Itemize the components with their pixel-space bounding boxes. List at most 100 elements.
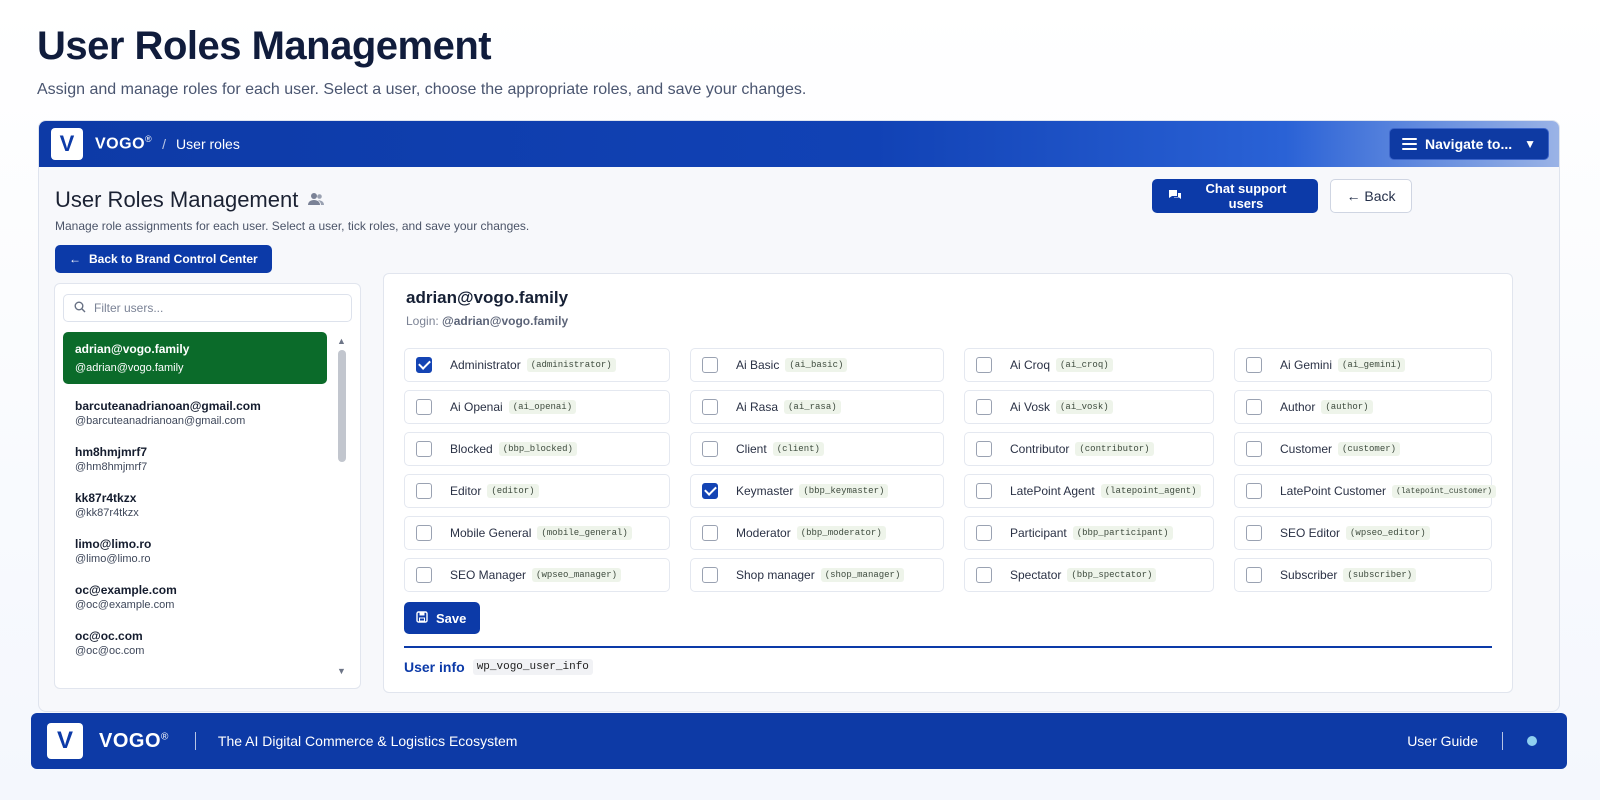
role-label: Moderator: [736, 526, 791, 540]
checkbox[interactable]: [702, 567, 718, 583]
user-login: @hm8hmjmrf7: [75, 461, 148, 473]
checkbox[interactable]: [416, 567, 432, 583]
role-participant[interactable]: Participant (bbp_participant): [964, 516, 1214, 550]
user-item-adrian[interactable]: adrian@vogo.family @adrian@vogo.family: [63, 332, 327, 384]
checkbox[interactable]: [1246, 357, 1262, 373]
role-latepoint-agent[interactable]: LatePoint Agent (latepoint_agent): [964, 474, 1214, 508]
role-ai-gemini[interactable]: Ai Gemini (ai_gemini): [1234, 348, 1492, 382]
user-email: hm8hmjmrf7: [75, 445, 148, 459]
role-client[interactable]: Client (client): [690, 432, 944, 466]
scroll-down-icon[interactable]: ▼: [337, 666, 346, 676]
role-panel: adrian@vogo.family Login: @adrian@vogo.f…: [383, 273, 1513, 693]
checkbox[interactable]: [416, 399, 432, 415]
role-subscriber[interactable]: Subscriber (subscriber): [1234, 558, 1492, 592]
checkbox[interactable]: [702, 357, 718, 373]
user-item-oc-oc[interactable]: oc@oc.com @oc@oc.com: [63, 620, 327, 666]
filter-users-input[interactable]: [94, 301, 334, 315]
role-slug: (customer): [1338, 442, 1401, 456]
checkbox[interactable]: [416, 441, 432, 457]
back-button[interactable]: ← Back: [1330, 179, 1412, 213]
role-label: Keymaster: [736, 484, 794, 498]
checkbox[interactable]: [702, 399, 718, 415]
checkbox[interactable]: [976, 441, 992, 457]
brand-name[interactable]: VOGO®: [95, 134, 152, 153]
role-mobile-general[interactable]: Mobile General (mobile_general): [404, 516, 670, 550]
user-info-meta-key: wp_vogo_user_info: [472, 659, 593, 675]
user-item-hm8hmjmrf7[interactable]: hm8hmjmrf7 @hm8hmjmrf7: [63, 436, 327, 482]
status-dot: [1527, 736, 1537, 746]
role-ai-vosk[interactable]: Ai Vosk (ai_vosk): [964, 390, 1214, 424]
checkbox[interactable]: [976, 483, 992, 499]
role-slug: (bbp_keymaster): [799, 484, 889, 498]
role-label: Ai Basic: [736, 358, 780, 372]
role-slug: (latepoint_agent): [1100, 484, 1201, 498]
arrow-left-icon: ←: [69, 252, 81, 266]
role-label: Ai Rasa: [736, 400, 779, 414]
save-button[interactable]: Save: [404, 602, 480, 634]
chevron-down-icon: ▼: [1524, 137, 1536, 151]
role-slug: (ai_rasa): [784, 400, 841, 414]
role-ai-openai[interactable]: Ai Openai (ai_openai): [404, 390, 670, 424]
back-brand-label: Back to Brand Control Center: [89, 252, 258, 266]
checkbox[interactable]: [1246, 567, 1262, 583]
role-spectator[interactable]: Spectator (bbp_spectator): [964, 558, 1214, 592]
role-seo-editor[interactable]: SEO Editor (wpseo_editor): [1234, 516, 1492, 550]
navigate-dropdown[interactable]: Navigate to... ▼: [1389, 128, 1549, 160]
role-administrator[interactable]: Administrator (administrator): [404, 348, 670, 382]
section-divider: [404, 646, 1492, 648]
role-customer[interactable]: Customer (customer): [1234, 432, 1492, 466]
scroll-up-icon[interactable]: ▲: [337, 336, 346, 346]
filter-users-field[interactable]: [63, 294, 352, 322]
roles-grid: Administrator (administrator) Ai Basic (ai…: [404, 348, 1497, 600]
checkbox[interactable]: [976, 525, 992, 541]
vogo-logo[interactable]: V: [51, 128, 83, 160]
scroll-thumb[interactable]: [338, 350, 346, 462]
user-login: @oc@oc.com: [75, 645, 145, 657]
role-ai-rasa[interactable]: Ai Rasa (ai_rasa): [690, 390, 944, 424]
role-author[interactable]: Author (author): [1234, 390, 1492, 424]
footer-brand-mark: ®: [161, 730, 169, 742]
role-seo-manager[interactable]: SEO Manager (wpseo_manager): [404, 558, 670, 592]
footer-logo[interactable]: V: [47, 723, 83, 759]
checkbox[interactable]: [702, 483, 718, 499]
role-keymaster[interactable]: Keymaster (bbp_keymaster): [690, 474, 944, 508]
chat-support-users-button[interactable]: Chat support users: [1152, 179, 1318, 213]
chat-icon: [1168, 189, 1182, 204]
role-label: Editor: [450, 484, 482, 498]
user-list: adrian@vogo.family @adrian@vogo.family b…: [63, 332, 327, 666]
checkbox[interactable]: [702, 441, 718, 457]
checkbox[interactable]: [976, 399, 992, 415]
user-item-oc-example[interactable]: oc@example.com @oc@example.com: [63, 574, 327, 620]
checkbox[interactable]: [976, 567, 992, 583]
role-shop-manager[interactable]: Shop manager (shop_manager): [690, 558, 944, 592]
user-email: kk87r4tkzx: [75, 491, 137, 505]
role-blocked[interactable]: Blocked (bbp_blocked): [404, 432, 670, 466]
checkbox[interactable]: [416, 357, 432, 373]
role-editor[interactable]: Editor (editor): [404, 474, 670, 508]
checkbox[interactable]: [1246, 525, 1262, 541]
back-to-brand-control-center-button[interactable]: ← Back to Brand Control Center: [55, 245, 272, 273]
role-moderator[interactable]: Moderator (bbp_moderator): [690, 516, 944, 550]
role-latepoint-customer[interactable]: LatePoint Customer (latepoint_customer): [1234, 474, 1497, 508]
footer-divider-2: [1502, 732, 1503, 750]
user-item-limo[interactable]: limo@limo.ro @limo@limo.ro: [63, 528, 327, 574]
user-item-kk87r4tkzx[interactable]: kk87r4tkzx @kk87r4tkzx: [63, 482, 327, 528]
role-label: Blocked: [450, 442, 493, 456]
role-ai-basic[interactable]: Ai Basic (ai_basic): [690, 348, 944, 382]
card-title-text: User Roles Management: [55, 187, 299, 212]
checkbox[interactable]: [1246, 483, 1262, 499]
checkbox[interactable]: [416, 525, 432, 541]
checkbox[interactable]: [976, 357, 992, 373]
checkbox[interactable]: [702, 525, 718, 541]
role-slug: (subscriber): [1343, 568, 1417, 582]
user-login: @kk87r4tkzx: [75, 507, 139, 519]
checkbox[interactable]: [1246, 399, 1262, 415]
user-item-barcuteanadrianoan[interactable]: barcuteanadrianoan@gmail.com @barcuteana…: [63, 390, 327, 436]
user-guide-link[interactable]: User Guide: [1407, 733, 1478, 749]
role-contributor[interactable]: Contributor (contributor): [964, 432, 1214, 466]
checkbox[interactable]: [1246, 441, 1262, 457]
user-list-scrollbar[interactable]: ▲ ▼: [335, 336, 349, 676]
role-ai-croq[interactable]: Ai Croq (ai_croq): [964, 348, 1214, 382]
user-login: @limo@limo.ro: [75, 553, 151, 565]
checkbox[interactable]: [416, 483, 432, 499]
